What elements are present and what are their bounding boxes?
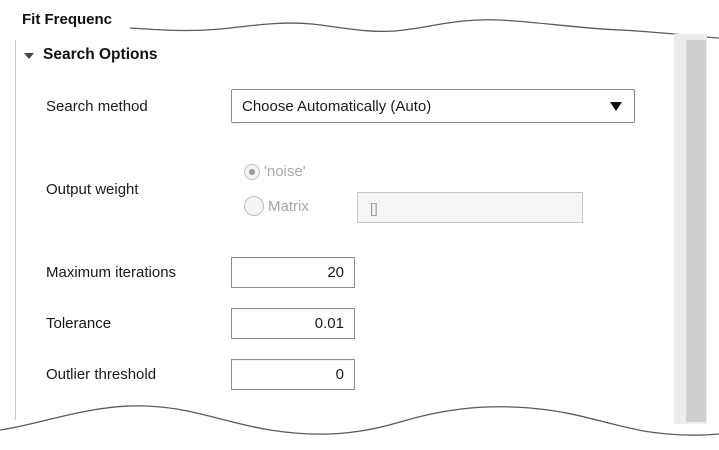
search-options-title: Search Options [43,46,158,63]
caret-down-icon[interactable] [24,52,34,59]
max-iterations-value: 20 [327,264,344,281]
radio-noise-label: 'noise' [264,163,306,180]
options-panel: Fit Frequenc ars Search Options Search m… [0,0,719,450]
matrix-input[interactable]: [] [357,192,583,223]
search-options-header[interactable]: Search Options [24,46,158,64]
screenshot-stage: Fit Frequenc ars Search Options Search m… [0,0,719,450]
torn-edge-top [0,0,719,39]
panel-left-border [15,40,16,420]
tolerance-label: Tolerance [46,315,112,332]
radio-matrix-option[interactable]: Matrix [244,196,309,216]
max-iterations-label: Maximum iterations [46,264,177,281]
search-method-label: Search method [46,98,148,115]
radio-matrix-label: Matrix [268,197,309,215]
matrix-input-value: [] [370,199,378,216]
max-iterations-input[interactable]: 20 [231,257,355,288]
output-weight-label: Output weight [46,181,139,198]
torn-edge-bottom [0,405,719,450]
tolerance-value: 0.01 [314,315,344,332]
dropdown-arrow-icon[interactable] [610,102,622,111]
radio-checked-icon[interactable] [244,163,260,180]
scrollbar-thumb[interactable] [686,40,706,422]
radio-noise-option[interactable]: 'noise' [244,163,306,180]
tolerance-input[interactable]: 0.01 [231,308,355,339]
search-method-value: Choose Automatically (Auto) [242,97,432,115]
radio-unchecked-icon[interactable] [244,196,264,216]
search-method-dropdown[interactable]: Choose Automatically (Auto) [231,89,635,123]
